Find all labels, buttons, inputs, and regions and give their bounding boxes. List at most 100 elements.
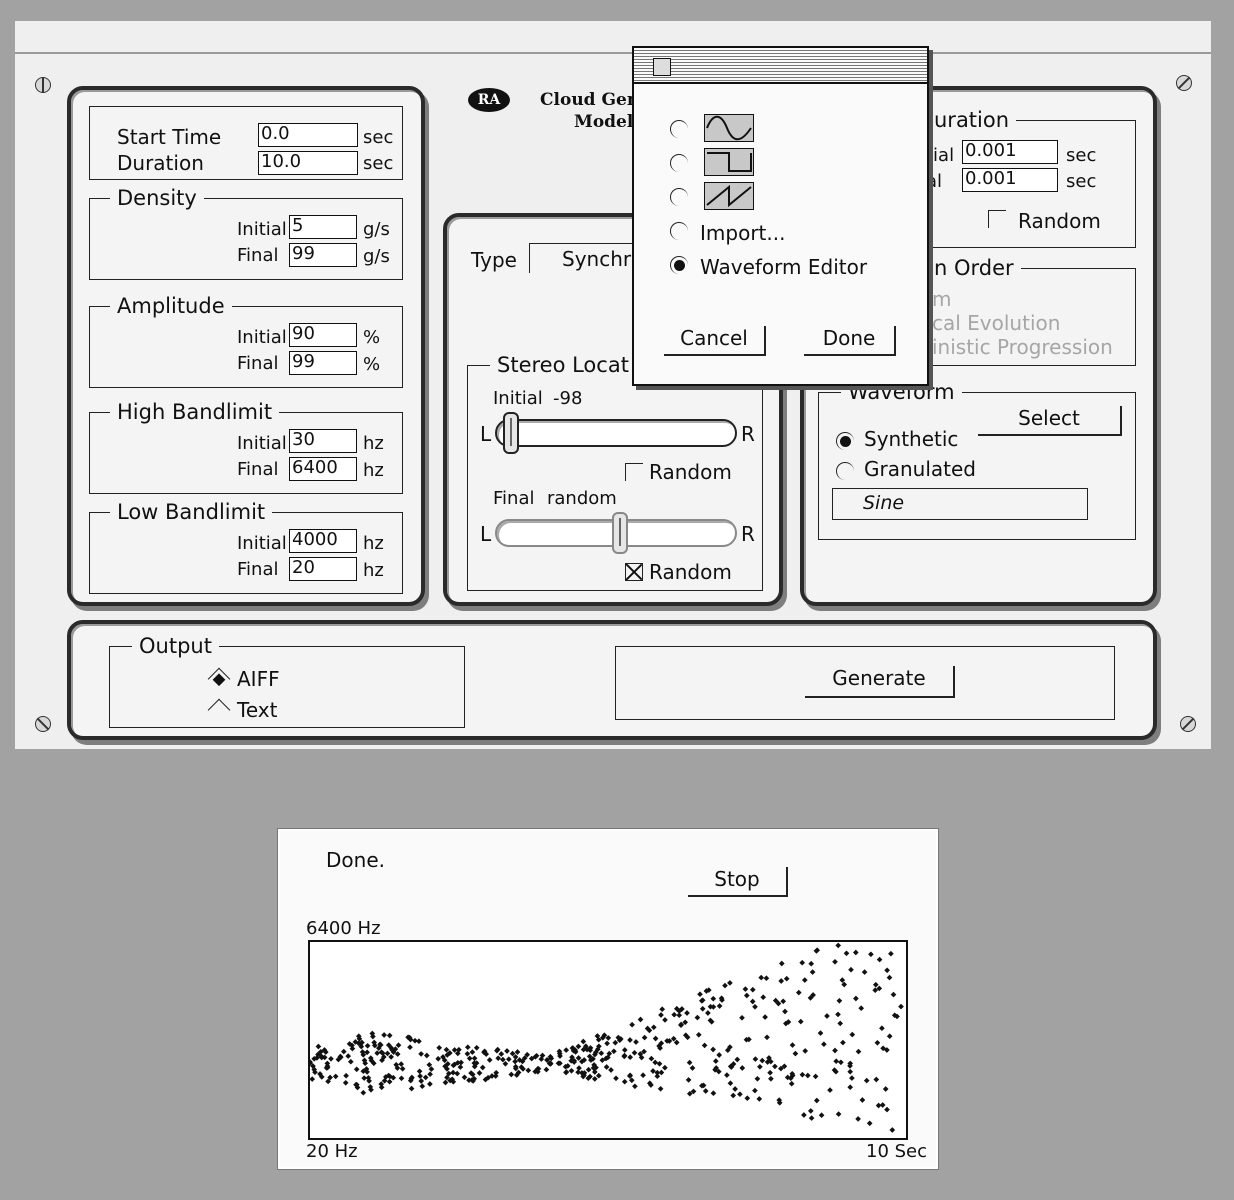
grain-point xyxy=(759,1057,766,1064)
grain-point xyxy=(427,1071,433,1078)
grain-duration-random-label: Random xyxy=(1018,209,1101,233)
synthetic-radio[interactable] xyxy=(836,432,854,450)
grain-point xyxy=(621,1047,628,1053)
grain-point xyxy=(756,1096,763,1102)
amplitude-final-field[interactable]: 99 xyxy=(289,351,357,375)
grain-point xyxy=(802,1048,809,1054)
grain-point xyxy=(848,966,854,973)
duration-field[interactable]: 10.0 xyxy=(258,151,358,175)
sawtooth-wave-icon[interactable] xyxy=(704,182,754,210)
sawtooth-radio[interactable] xyxy=(670,188,688,206)
stereo-initial-random-checkbox[interactable] xyxy=(625,463,643,481)
close-box-icon[interactable] xyxy=(653,58,671,76)
grain-point xyxy=(364,1042,371,1049)
grain-point xyxy=(656,1060,663,1067)
density-initial-field[interactable]: 5 xyxy=(289,215,357,239)
grain-point xyxy=(772,1063,778,1070)
grain-point xyxy=(652,1059,659,1066)
grain-point xyxy=(884,967,890,974)
waveform-select-button[interactable]: Select xyxy=(978,406,1122,436)
grain-point xyxy=(861,969,868,975)
order-option-progression: inistic Progression xyxy=(932,335,1113,359)
grain-point xyxy=(879,1025,885,1032)
grain-point xyxy=(418,1078,425,1084)
grain-point xyxy=(835,1111,842,1117)
square-radio[interactable] xyxy=(670,154,688,172)
grain-point xyxy=(866,1120,873,1127)
grain-point xyxy=(654,1073,661,1080)
start-time-field[interactable]: 0.0 xyxy=(258,123,358,147)
grain-duration-final-field[interactable]: 0.001 xyxy=(962,168,1058,192)
stereo-final-slider[interactable] xyxy=(495,512,737,554)
grain-point xyxy=(849,1075,855,1081)
grain-point xyxy=(817,1030,824,1036)
grain-point xyxy=(737,1091,743,1098)
grain-point xyxy=(876,956,883,963)
grain-point xyxy=(792,1050,799,1057)
waveform-editor-radio[interactable] xyxy=(670,256,688,274)
screw-icon xyxy=(35,716,51,732)
grain-point xyxy=(641,1034,648,1041)
synthetic-label: Synthetic xyxy=(864,427,959,451)
density-final-field[interactable]: 99 xyxy=(289,243,357,267)
left-parameters-panel: Start Time 0.0 sec Duration 10.0 sec Den… xyxy=(67,86,425,606)
grain-point xyxy=(701,1042,708,1049)
import-radio[interactable] xyxy=(670,222,688,240)
grain-point xyxy=(684,1010,690,1016)
low-bandlimit-initial-field[interactable]: 4000 xyxy=(289,529,357,553)
density-initial-unit: g/s xyxy=(363,219,390,240)
grain-point xyxy=(471,1055,478,1062)
grain-point xyxy=(889,1127,896,1133)
grain-point xyxy=(423,1052,430,1059)
grain-point xyxy=(764,1034,770,1041)
grain-point xyxy=(361,1075,368,1081)
stereo-final-random-checkbox[interactable] xyxy=(625,563,643,581)
grain-point xyxy=(808,960,815,967)
grain-point xyxy=(514,1049,521,1055)
stop-button[interactable]: Stop xyxy=(688,867,788,897)
sine-wave-icon[interactable] xyxy=(704,114,754,142)
grain-point xyxy=(809,969,816,975)
grain-point xyxy=(422,1074,429,1081)
grain-point xyxy=(886,1033,893,1040)
stereo-initial-slider-thumb[interactable] xyxy=(503,412,520,454)
stereo-initial-slider[interactable] xyxy=(495,412,737,454)
high-bandlimit-initial-field[interactable]: 30 xyxy=(289,429,357,453)
screw-icon xyxy=(35,77,51,93)
stereo-final-value: random xyxy=(547,488,617,509)
done-button[interactable]: Done xyxy=(804,326,896,356)
grain-point xyxy=(508,1071,515,1078)
square-wave-icon[interactable] xyxy=(704,148,754,176)
density-title: Density xyxy=(110,186,204,210)
granulated-radio[interactable] xyxy=(836,462,854,480)
grain-point xyxy=(754,1075,761,1082)
stereo-final-slider-thumb[interactable] xyxy=(612,512,628,554)
low-bandlimit-final-field[interactable]: 20 xyxy=(289,557,357,581)
start-time-label: Start Time xyxy=(117,125,222,149)
low-bandlimit-initial-label: Initial xyxy=(237,533,287,554)
stereo-final-right-label: R xyxy=(741,522,755,546)
grain-duration-initial-field[interactable]: 0.001 xyxy=(962,140,1058,164)
amplitude-initial-field[interactable]: 90 xyxy=(289,323,357,347)
grain-point xyxy=(575,1069,581,1076)
grain-point xyxy=(739,1065,746,1071)
grain-point xyxy=(576,1065,582,1071)
grain-point xyxy=(395,1042,402,1049)
cancel-button[interactable]: Cancel xyxy=(664,326,766,356)
grain-point xyxy=(797,1018,804,1025)
grain-point xyxy=(652,1035,659,1042)
grain-point xyxy=(563,1047,570,1053)
sine-radio[interactable] xyxy=(670,120,688,138)
grain-point xyxy=(498,1051,505,1057)
grain-point xyxy=(812,1073,819,1080)
grain-duration-random-checkbox[interactable] xyxy=(988,210,1006,228)
dialog-title-bar[interactable] xyxy=(634,48,927,84)
grain-duration-final-unit: sec xyxy=(1066,171,1097,192)
grain-point xyxy=(739,1014,745,1021)
grain-point xyxy=(843,950,850,957)
grain-point xyxy=(466,1055,473,1062)
high-bandlimit-title: High Bandlimit xyxy=(110,400,280,424)
generate-button[interactable]: Generate xyxy=(805,666,955,698)
screw-icon xyxy=(1176,75,1192,91)
high-bandlimit-final-field[interactable]: 6400 xyxy=(289,457,357,481)
